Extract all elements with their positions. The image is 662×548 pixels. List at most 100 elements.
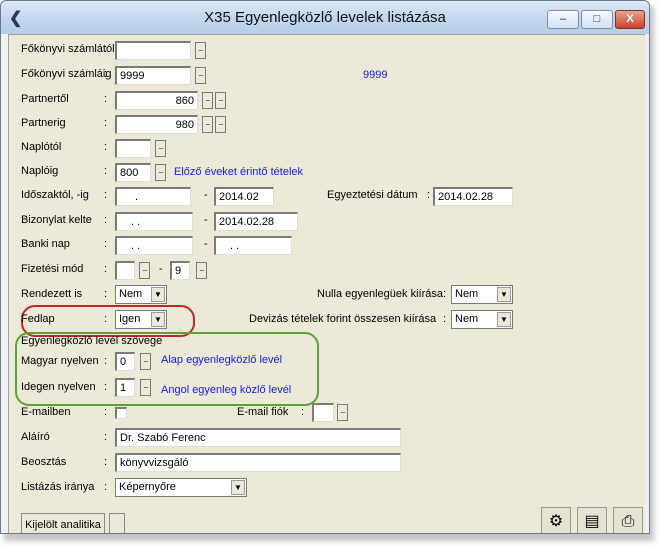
colon: : xyxy=(104,313,108,325)
range-dash: - xyxy=(204,214,208,226)
idegen-link[interactable]: Angol egyenleg közlő levél xyxy=(161,384,291,396)
magyar-link[interactable]: Alap egyenlegközlő levél xyxy=(161,354,282,366)
listazas-iranya-value: Képernyőre xyxy=(119,481,176,493)
naploig-input[interactable]: 800 xyxy=(115,163,151,182)
label-magyar: Magyar nyelven xyxy=(21,355,99,367)
fedlap-select[interactable]: Igen ▼ xyxy=(115,310,167,329)
listazas-iranya-select[interactable]: Képernyőre ▼ xyxy=(115,478,247,497)
fokszamlatol-lookup-button[interactable]: ... xyxy=(195,42,206,59)
naplotol-input[interactable] xyxy=(115,139,151,158)
label-devizas: Devizás tételek forint összesen kiírása xyxy=(249,313,437,325)
chevron-down-icon: ▼ xyxy=(497,312,511,327)
naplotol-lookup-button[interactable]: ... xyxy=(155,140,166,157)
label-partnerig: Partnerig xyxy=(21,117,66,129)
colon: : xyxy=(104,381,108,393)
fizetesi-mod-from-input[interactable] xyxy=(115,261,135,280)
fokszamlaig-input[interactable]: 9999 xyxy=(115,66,191,85)
chevron-down-icon: ▼ xyxy=(231,480,245,495)
label-egyeztetesi-datum: Egyeztetési dátum xyxy=(327,189,418,201)
colon: : xyxy=(104,238,108,250)
colon: : xyxy=(104,93,108,105)
partnerig-lookup-button[interactable]: ... xyxy=(202,116,213,133)
chevron-down-icon: ▼ xyxy=(497,287,511,302)
label-idoszak: Időszaktól, -ig xyxy=(21,189,89,201)
banki-nap-from-input[interactable]: . . xyxy=(115,236,193,255)
chevron-down-icon: ▼ xyxy=(151,287,165,302)
partnertol-input[interactable]: 860 xyxy=(115,91,198,110)
beosztas-input[interactable]: könyvvizsgáló xyxy=(115,453,401,472)
colon: : xyxy=(104,406,108,418)
bizonylat-kelte-to-input[interactable]: 2014.02.28 xyxy=(214,212,298,231)
label-naploig: Naplóig xyxy=(21,165,59,177)
nulla-egyenleguek-value: Nem xyxy=(455,288,479,300)
colon: : xyxy=(104,68,108,80)
label-nulla-egyenleguek: Nulla egyenlegüek kiírása xyxy=(317,288,443,300)
colon: : xyxy=(427,189,431,201)
label-rendezett-is: Rendezett is xyxy=(21,288,83,300)
fizetesi-mod-from-lookup-button[interactable]: ... xyxy=(139,262,150,279)
partnerig-lookup2-button[interactable]: ... xyxy=(215,116,226,133)
label-fizetesi-mod: Fizetési mód xyxy=(21,263,84,275)
partnerig-input[interactable]: 980 xyxy=(115,115,198,134)
print-icon[interactable]: ⎙ xyxy=(613,507,643,533)
colon: : xyxy=(104,355,108,367)
form-area: Főkönyvi számlától : ... Főkönyvi számlá… xyxy=(8,34,645,533)
nulla-egyenleguek-select[interactable]: Nem ▼ xyxy=(451,285,513,304)
colon: : xyxy=(104,288,108,300)
label-szoveg-group: Egyenlegközlő levél szövege xyxy=(21,335,163,347)
idoszak-to-input[interactable]: 2014.02 xyxy=(214,187,274,206)
colon: : xyxy=(104,263,108,275)
kijelolt-analitika-button[interactable]: Kijelölt analitika xyxy=(21,513,105,533)
label-banki-nap: Banki nap xyxy=(21,238,70,250)
fedlap-value: Igen xyxy=(119,313,141,325)
label-listazas-iranya: Listázás iránya xyxy=(21,481,95,493)
banki-nap-to-input[interactable]: . . xyxy=(214,236,292,255)
range-dash: - xyxy=(159,263,163,275)
title-bar[interactable]: ❮ X35 Egyenlegközlő levelek listázása – … xyxy=(1,1,649,34)
run-icon[interactable]: ⚙ xyxy=(541,507,571,533)
colon: : xyxy=(443,313,447,325)
fizetesi-mod-to-lookup-button[interactable]: ... xyxy=(196,262,207,279)
label-fedlap: Fedlap xyxy=(21,313,55,325)
analitika-toggle-button[interactable] xyxy=(109,513,125,533)
label-fokszamlaig: Főkönyvi számláig xyxy=(21,68,112,80)
range-dash: - xyxy=(204,189,208,201)
naploig-link[interactable]: Előző éveket érintő tételek xyxy=(174,166,303,178)
partnertol-lookup2-button[interactable]: ... xyxy=(215,92,226,109)
label-bizonylat-kelte: Bizonylat kelte xyxy=(21,214,92,226)
bizonylat-kelte-from-input[interactable]: . . xyxy=(115,212,193,231)
idegen-lookup-button[interactable]: ... xyxy=(140,379,151,396)
idoszak-from-input[interactable]: . xyxy=(115,187,191,206)
label-alairo: Aláíró xyxy=(21,431,50,443)
minimize-button[interactable]: – xyxy=(547,10,579,29)
egyeztetesi-datum-input[interactable]: 2014.02.28 xyxy=(433,187,513,206)
rendezett-is-select[interactable]: Nem ▼ xyxy=(115,285,167,304)
magyar-input[interactable]: 0 xyxy=(115,352,135,371)
fizetesi-mod-to-input[interactable]: 9 xyxy=(170,261,190,280)
keyboard-icon[interactable]: ▤ xyxy=(577,507,607,533)
fokszamlaig-lookup-button[interactable]: ... xyxy=(195,67,206,84)
colon: : xyxy=(104,456,108,468)
colon: : xyxy=(104,431,108,443)
naploig-lookup-button[interactable]: ... xyxy=(155,164,166,181)
devizas-select[interactable]: Nem ▼ xyxy=(451,310,513,329)
label-idegen: Idegen nyelven xyxy=(21,381,96,393)
magyar-lookup-button[interactable]: ... xyxy=(140,353,151,370)
email-fiok-lookup-button[interactable]: ... xyxy=(337,404,348,421)
colon: : xyxy=(301,406,305,418)
colon: : xyxy=(104,214,108,226)
alairo-input[interactable]: Dr. Szabó Ferenc xyxy=(115,428,401,447)
close-button[interactable]: X xyxy=(615,10,645,29)
maximize-button[interactable]: □ xyxy=(581,10,613,29)
rendezett-is-value: Nem xyxy=(119,288,143,300)
partnertol-lookup-button[interactable]: ... xyxy=(202,92,213,109)
email-fiok-input[interactable] xyxy=(312,403,334,422)
range-dash: - xyxy=(204,238,208,250)
dialog-window: ❮ X35 Egyenlegközlő levelek listázása – … xyxy=(0,0,650,534)
fokszamlatol-input[interactable] xyxy=(115,41,191,60)
colon: : xyxy=(104,141,108,153)
idegen-input[interactable]: 1 xyxy=(115,378,135,397)
colon: : xyxy=(104,165,108,177)
emailben-checkbox[interactable] xyxy=(115,407,127,419)
colon: : xyxy=(104,117,108,129)
